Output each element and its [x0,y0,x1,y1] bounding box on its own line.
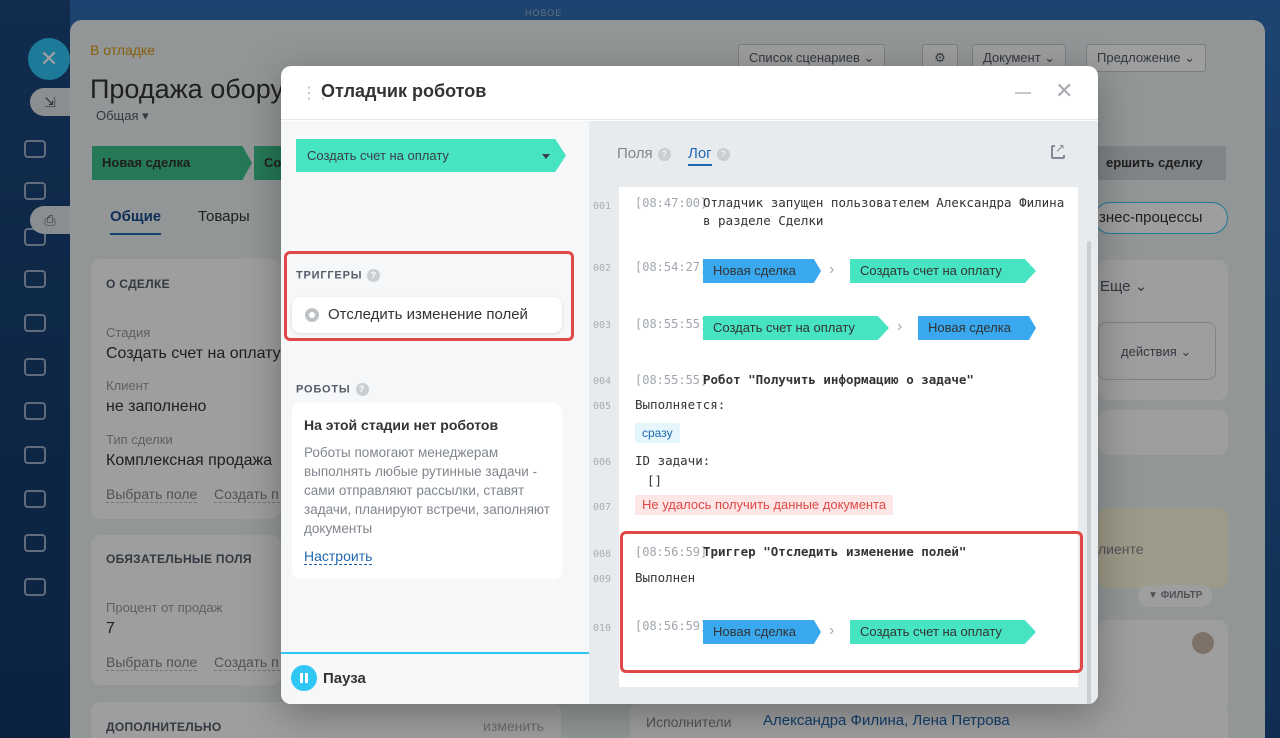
robots-heading: РОБОТЫ? [296,383,369,396]
log-text: Отладчик запущен пользователем Александр… [703,195,1065,228]
now-badge: сразу [635,423,680,443]
stage-from-pill: Новая сделка [703,259,821,283]
help-icon[interactable]: ? [716,147,730,161]
chevron-right-icon: › [897,318,903,335]
highlight-frame-trigger-log [620,531,1083,673]
line-number: 006 [593,457,612,468]
close-icon[interactable]: ✕ [1055,78,1073,104]
line-number: 002 [593,263,612,274]
tab-log-label: Лог [688,145,712,166]
stage-to-pill: Новая сделка [918,316,1036,340]
log-text: Робот "Получить информацию о задаче" [703,372,974,387]
stage-select[interactable]: Создать счет на оплату [296,139,566,172]
stage-from-pill: Создать счет на оплату [703,316,889,340]
open-external-icon[interactable] [1051,141,1066,159]
robots-heading-text: РОБОТЫ [296,383,351,396]
help-icon[interactable]: ? [657,147,671,161]
chevron-right-icon: › [829,261,835,278]
tab-fields[interactable]: Поля? [617,145,671,162]
help-icon[interactable]: ? [355,383,369,396]
tab-fields-label: Поля [617,145,653,162]
line-number: 004 [593,376,612,387]
modal-header: ⋮⋮ Отладчик роботов ✕ [281,66,1098,120]
line-number: 005 [593,401,612,412]
minimize-icon[interactable] [1015,82,1031,94]
line-number: 001 [593,201,612,212]
modal-title: Отладчик роботов [321,81,487,101]
log-timestamp: [08:55:55] [635,317,708,331]
log-text: Выполняется: [635,397,726,412]
progress-line [281,652,589,654]
pause-icon[interactable] [291,665,317,691]
caret-down-icon [542,154,550,159]
log-timestamp: [08:47:00] [635,196,708,210]
robots-empty-title: На этой стадии нет роботов [304,417,499,433]
task-id-value: [] [647,473,663,488]
robots-empty-card: На этой стадии нет роботов Роботы помога… [292,403,562,579]
line-number: 003 [593,320,612,331]
pause-label[interactable]: Пауза [323,670,366,687]
log-timestamp: [08:54:27] [635,260,708,274]
line-number: 009 [593,574,612,585]
robots-setup-link[interactable]: Настроить [304,548,373,565]
robots-empty-text: Роботы помогают менеджерам выполнять люб… [304,445,550,536]
robot-debugger-modal: ⋮⋮ Отладчик роботов ✕ Создать счет на оп… [281,66,1098,704]
line-number: 007 [593,502,612,513]
debugger-left-panel: Создать счет на оплату ТРИГГЕРЫ? Отследи… [281,121,589,704]
stage-select-value: Создать счет на оплату [307,148,449,163]
highlight-frame-triggers [284,251,574,341]
line-number: 008 [593,549,612,560]
log-timestamp: [08:55:55] [635,373,708,387]
error-message: Не удалось получить данные документа [635,495,894,515]
stage-to-pill: Создать счет на оплату [850,259,1036,283]
log-scrollbar[interactable] [1087,241,1091,704]
log-text: ID задачи: [635,453,711,468]
tab-log[interactable]: Лог? [688,145,730,166]
line-number: 010 [593,623,612,634]
